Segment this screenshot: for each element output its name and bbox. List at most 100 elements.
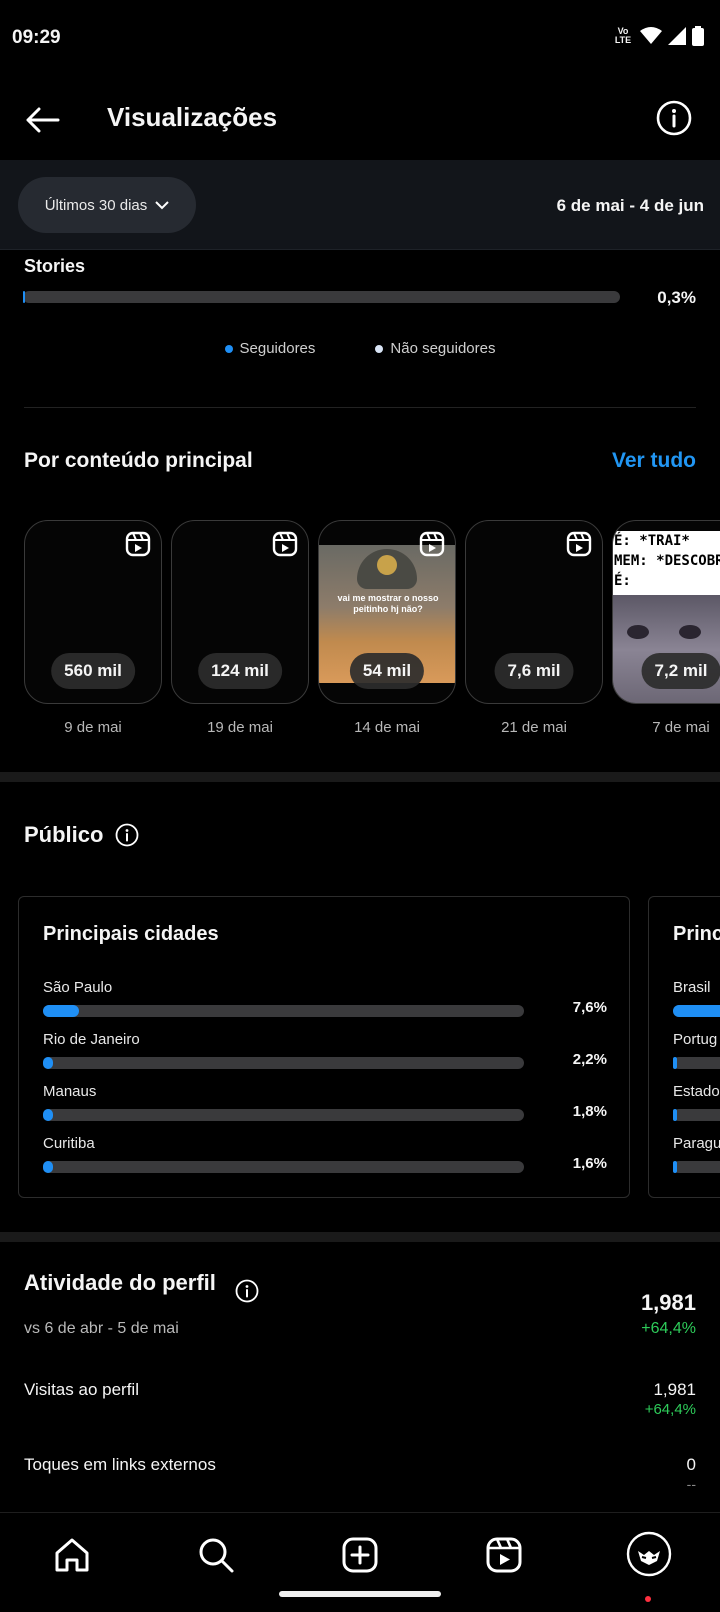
nav-create[interactable]	[338, 1533, 382, 1577]
country-name: Paragu	[673, 1135, 720, 1152]
city-bar-fill	[43, 1005, 79, 1017]
top-cities-card[interactable]: Principais cidades São Paulo 7,6% Rio de…	[18, 896, 630, 1198]
city-percent: 1,6%	[572, 1155, 607, 1172]
city-bar	[43, 1057, 524, 1069]
meme-caption: vai me mostrar o nosso peitinho hj não?	[337, 593, 439, 614]
create-icon	[342, 1537, 378, 1573]
non-followers-dot	[375, 344, 384, 353]
thumbnail-views: 560 mil	[51, 653, 135, 689]
thumbnail-views: 54 mil	[349, 653, 425, 689]
comparison-period: vs 6 de abr - 5 de mai	[24, 1320, 179, 1337]
country-name: Brasil	[673, 979, 711, 996]
content-thumbnail[interactable]: vai me mostrar o nosso peitinho hj não? …	[318, 520, 456, 704]
city-name: São Paulo	[43, 979, 113, 996]
meme-text-box: É: *TRAI* MEM: *DESCOBRE É:	[613, 531, 720, 595]
external-links-value: 0	[686, 1455, 696, 1474]
stories-bar	[23, 291, 620, 303]
anime-eye-right	[679, 625, 701, 639]
section-separator	[0, 772, 720, 782]
legend: Seguidores Não seguidores	[0, 340, 720, 357]
city-bar	[43, 1109, 524, 1121]
nav-search[interactable]	[194, 1533, 238, 1577]
arrow-left-icon	[26, 107, 60, 133]
stories-row: Stories	[24, 256, 704, 277]
status-time: 09:29	[12, 27, 61, 48]
reels-icon	[125, 531, 151, 557]
nav-home[interactable]	[50, 1533, 94, 1577]
info-icon[interactable]	[115, 823, 139, 847]
stories-percent: 0,3%	[657, 288, 696, 307]
back-button[interactable]	[22, 100, 62, 140]
info-icon	[656, 100, 692, 136]
notification-dot	[645, 1596, 651, 1602]
top-content-title: Por conteúdo principal	[24, 449, 253, 472]
bottom-nav	[0, 1512, 720, 1612]
country-bar	[673, 1057, 720, 1069]
profile-visits-value: 1,981	[653, 1380, 696, 1399]
content-thumbnail[interactable]: 124 mil	[171, 520, 309, 704]
content-thumbnail[interactable]: É: *TRAI* MEM: *DESCOBRE É: 7,2 mil	[612, 520, 720, 704]
see-all-link[interactable]: Ver tudo	[612, 449, 696, 473]
thumbnail-views: 7,6 mil	[494, 653, 574, 689]
date-range-dropdown[interactable]: Últimos 30 dias	[18, 177, 196, 233]
city-percent: 2,2%	[572, 1051, 607, 1068]
top-countries-card[interactable]: Princ Brasil Portug Estado Paragu	[648, 896, 720, 1198]
stories-bar-fill	[23, 291, 25, 303]
reels-icon	[486, 1537, 522, 1573]
volte-indicator: Vo LTE	[614, 26, 632, 45]
thumbnail-date: 9 de mai	[64, 719, 122, 736]
city-bar-fill	[43, 1161, 53, 1173]
external-links-label: Toques em links externos	[24, 1455, 216, 1474]
thumbnail-date: 21 de mai	[501, 719, 567, 736]
reels-icon	[272, 531, 298, 557]
followers-dot	[224, 344, 233, 353]
thumbnail-views: 124 mil	[198, 653, 282, 689]
country-bar-fill	[673, 1161, 677, 1173]
divider	[24, 407, 696, 408]
external-links-change: --	[686, 1476, 696, 1492]
country-name: Estado	[673, 1083, 720, 1100]
city-bar	[43, 1161, 524, 1173]
city-percent: 7,6%	[572, 999, 607, 1016]
page-title: Visualizações	[107, 102, 278, 132]
section-separator	[0, 1232, 720, 1242]
hat-badge	[377, 555, 397, 575]
audience-title: Público	[24, 822, 104, 847]
status-icons: Vo LTE	[612, 26, 704, 46]
country-bar	[673, 1109, 720, 1121]
thumbnail-views: 7,2 mil	[641, 653, 720, 689]
header: Visualizações	[0, 78, 720, 160]
country-name: Portug	[673, 1031, 718, 1048]
country-bar-fill	[673, 1005, 720, 1017]
thumbnail-date: 19 de mai	[207, 719, 273, 736]
battery-icon	[692, 26, 704, 46]
date-range-text: 6 de mai - 4 de jun	[556, 196, 704, 215]
home-indicator[interactable]	[279, 1591, 441, 1597]
nav-reels[interactable]	[482, 1533, 526, 1577]
date-range-dropdown-label: Últimos 30 dias	[44, 196, 148, 214]
reels-icon	[419, 531, 445, 557]
country-bar-fill	[673, 1109, 677, 1121]
content-thumbnail[interactable]: 7,6 mil	[465, 520, 603, 704]
city-name: Rio de Janeiro	[43, 1031, 140, 1048]
stories-label: Stories	[24, 256, 86, 276]
content-thumbnail[interactable]: 560 mil	[24, 520, 162, 704]
home-icon	[55, 1538, 89, 1572]
activity-total: 1,981	[640, 1290, 696, 1315]
city-name: Manaus	[43, 1083, 97, 1100]
anime-eye-left	[627, 625, 649, 639]
city-name: Curitiba	[43, 1135, 95, 1152]
city-bar-fill	[43, 1057, 53, 1069]
search-icon	[199, 1538, 234, 1573]
info-button[interactable]	[656, 100, 692, 136]
reels-icon	[566, 531, 592, 557]
legend-non-followers: Não seguidores	[375, 340, 495, 357]
country-bar-fill	[673, 1057, 677, 1069]
profile-visits-change: +64,4%	[644, 1401, 696, 1418]
info-icon[interactable]	[235, 1279, 259, 1303]
profile-avatar	[626, 1531, 672, 1577]
filter-bar: Últimos 30 dias 6 de mai - 4 de jun	[0, 160, 720, 250]
wifi-icon	[640, 27, 662, 44]
thumbnail-date: 14 de mai	[354, 719, 420, 736]
nav-profile[interactable]	[626, 1531, 672, 1577]
